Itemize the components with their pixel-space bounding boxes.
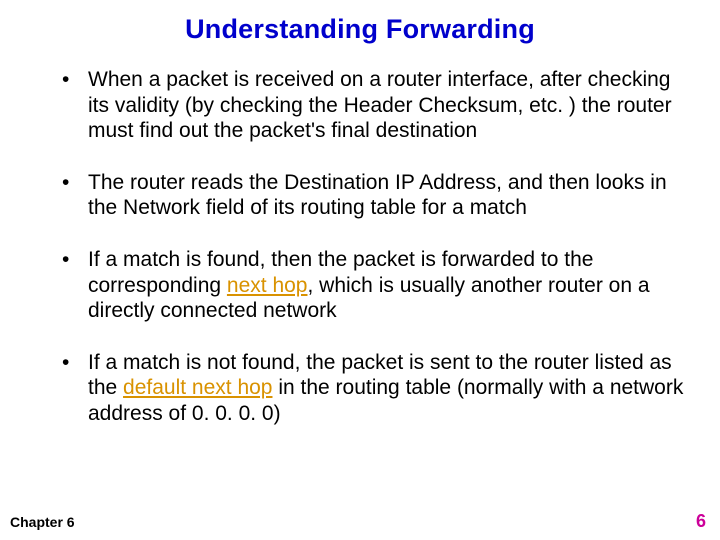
bullet-item: If a match is found, then the packet is … xyxy=(62,247,686,324)
highlight-next-hop: next hop xyxy=(227,274,308,297)
slide-title: Understanding Forwarding xyxy=(34,14,686,45)
slide: Understanding Forwarding When a packet i… xyxy=(0,0,720,540)
bullet-item: When a packet is received on a router in… xyxy=(62,67,686,144)
bullet-text-pre: The router reads the Destination IP Addr… xyxy=(88,171,667,220)
bullet-list: When a packet is received on a router in… xyxy=(34,67,686,427)
bullet-item: The router reads the Destination IP Addr… xyxy=(62,170,686,221)
highlight-default-next-hop: default next hop xyxy=(123,376,272,399)
bullet-item: If a match is not found, the packet is s… xyxy=(62,350,686,427)
bullet-text-pre: When a packet is received on a router in… xyxy=(88,68,672,142)
footer-page-number: 6 xyxy=(696,511,706,532)
footer-chapter: Chapter 6 xyxy=(10,514,75,530)
